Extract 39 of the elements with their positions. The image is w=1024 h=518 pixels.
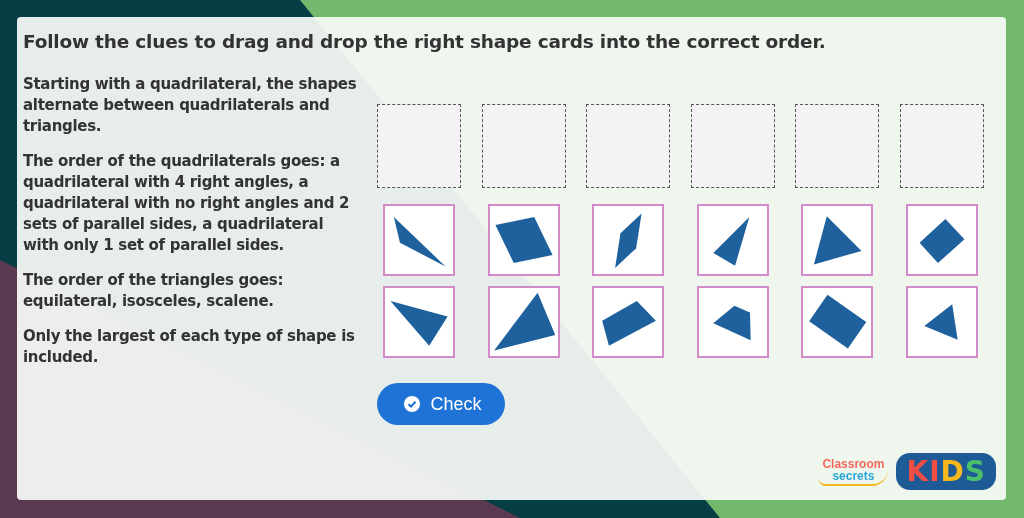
clue-text: The order of the triangles goes: equilateral, isosceles, scalene. xyxy=(23,270,285,312)
triangle-icon xyxy=(390,300,448,346)
shape-card[interactable] xyxy=(801,204,874,276)
quadrilateral-icon xyxy=(713,305,751,341)
shape-card[interactable] xyxy=(905,286,978,358)
classroom-secrets-logo: Classroom secrets xyxy=(818,457,889,486)
shape-card[interactable] xyxy=(487,204,560,276)
shape-card[interactable] xyxy=(383,286,455,358)
drop-slot[interactable] xyxy=(377,104,461,188)
check-button[interactable]: Check xyxy=(377,383,505,425)
clue-text: Only the largest of each type of shape is included. xyxy=(23,326,356,368)
drop-slot[interactable] xyxy=(795,104,880,188)
quadrilateral-icon xyxy=(602,300,657,346)
shape-card[interactable] xyxy=(383,204,455,276)
drop-slot[interactable] xyxy=(690,104,775,188)
triangle-icon xyxy=(924,304,958,340)
triangle-icon xyxy=(814,216,862,265)
shape-card[interactable] xyxy=(592,286,665,358)
check-circle-icon xyxy=(404,396,421,412)
quadrilateral-icon xyxy=(809,294,867,349)
quadrilateral-icon xyxy=(615,213,642,268)
shape-card[interactable] xyxy=(801,286,874,358)
shape-card[interactable] xyxy=(487,286,560,358)
kids-badge: KI DS xyxy=(896,453,996,490)
shape-card[interactable] xyxy=(592,204,665,276)
shape-card[interactable] xyxy=(696,204,769,276)
triangle-icon xyxy=(713,216,750,266)
quadrilateral-icon xyxy=(495,216,553,264)
shape-card[interactable] xyxy=(905,204,978,276)
triangle-icon xyxy=(493,292,555,351)
triangle-icon xyxy=(393,216,446,267)
drop-slot[interactable] xyxy=(586,104,671,188)
drop-slot[interactable] xyxy=(899,104,984,188)
clue-text: Starting with a quadrilateral, the shapes alternate between quadrilaterals and triangles. xyxy=(23,74,358,137)
quadrilateral-icon xyxy=(919,218,965,264)
drop-slot[interactable] xyxy=(481,104,566,188)
shape-card[interactable] xyxy=(696,286,769,358)
clue-text: The order of the quadrilaterals goes: a quadrilateral with 4 right angles, a quadrilateral with no right angles and 2 sets of parallel sides, a quadrilateral with only 1 set of parallel sides. xyxy=(23,151,351,256)
instruction-text: Follow the clues to drag and drop the right shape cards into the correct order. xyxy=(23,31,827,52)
